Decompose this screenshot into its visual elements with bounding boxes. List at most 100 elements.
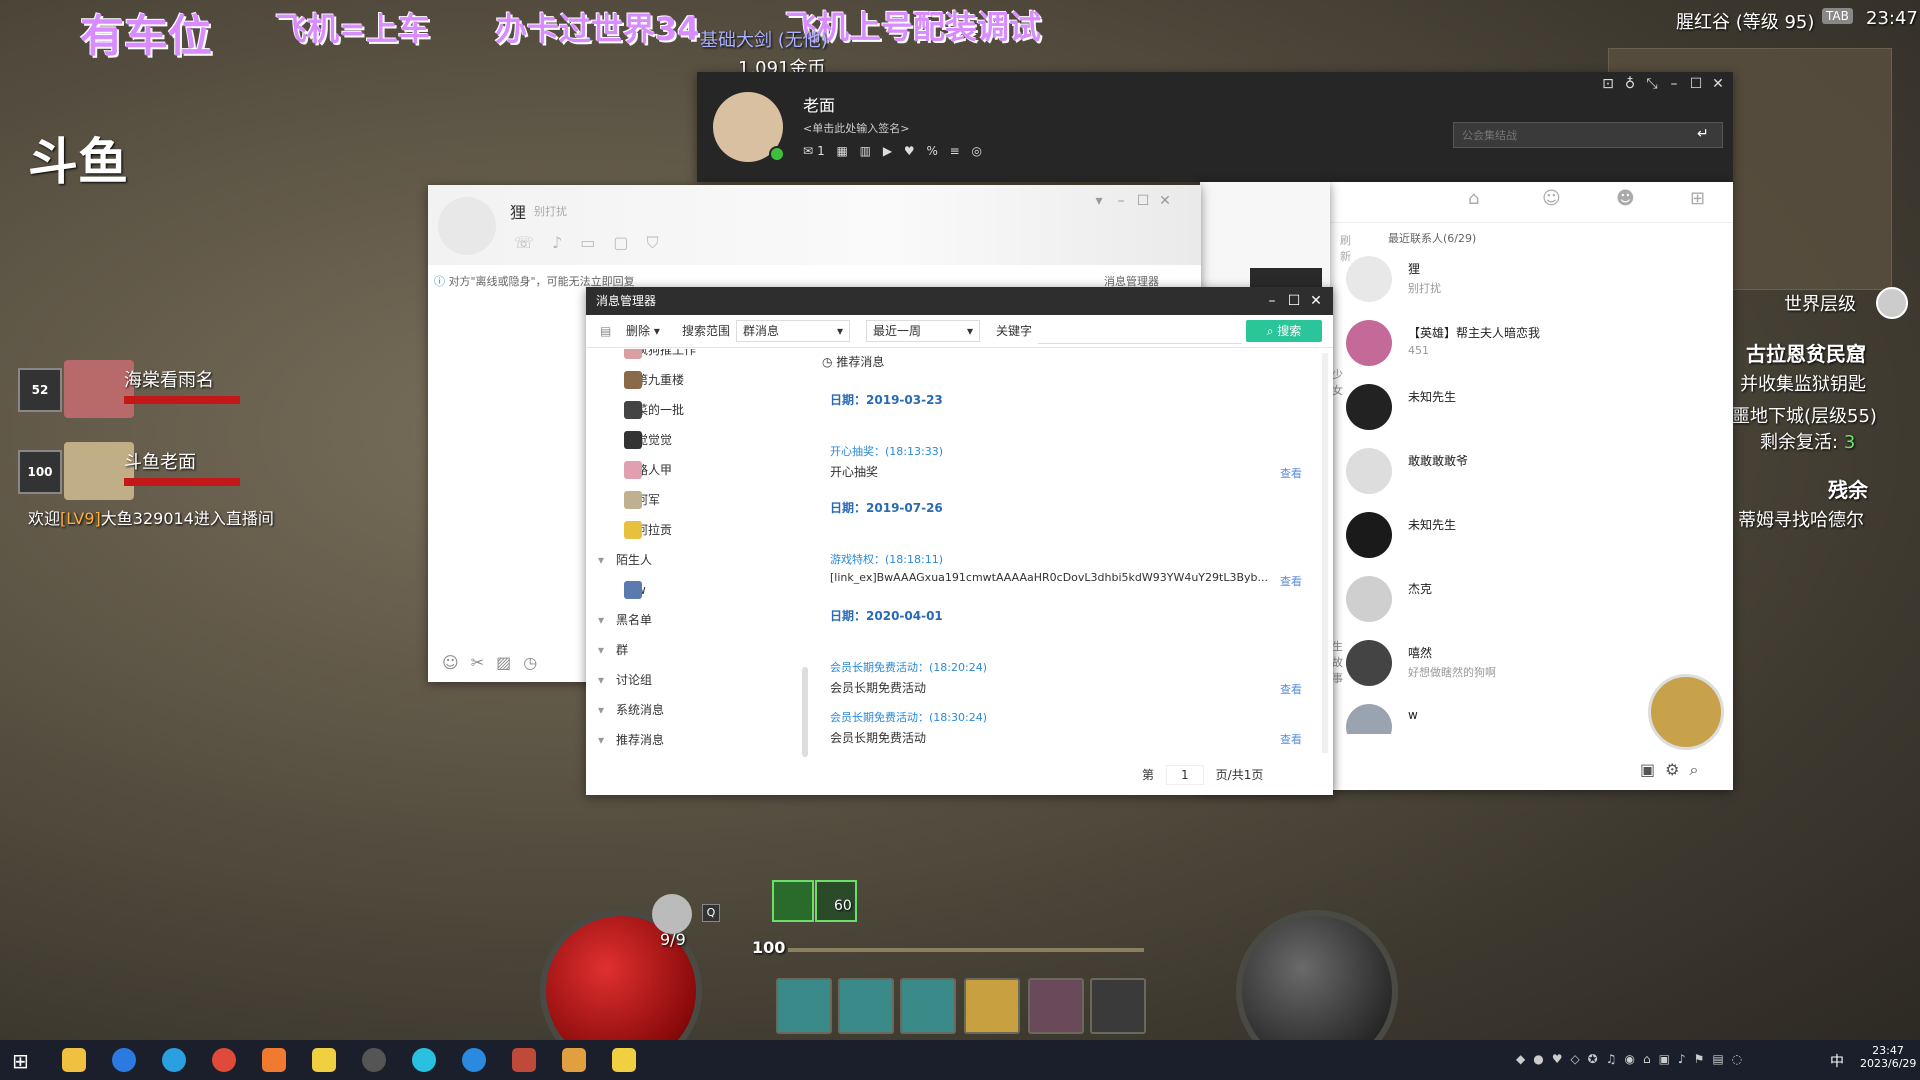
message-scrollbar[interactable] — [1322, 353, 1328, 753]
tab-contacts-icon[interactable]: ☺ — [1542, 188, 1561, 209]
contact-name: w — [1408, 708, 1418, 722]
app-icon[interactable] — [562, 1048, 586, 1072]
close-icon[interactable]: ✕ — [1305, 287, 1327, 315]
view-link[interactable]: 查看 — [1280, 731, 1302, 747]
chevron-down-icon[interactable]: ▾ — [1088, 193, 1110, 209]
steam-icon[interactable] — [362, 1048, 386, 1072]
recommended-label: 推荐消息 — [836, 355, 885, 369]
recent-contacts-label[interactable]: 最近联系人(6/29) — [1388, 230, 1476, 246]
delete-icon[interactable]: ▤ — [600, 315, 611, 347]
contact-item[interactable]: 【英雄】帮主夫人暗恋我 451 — [1330, 310, 1733, 374]
contact-item[interactable]: 杰克 — [1330, 566, 1733, 630]
view-link[interactable]: 查看 — [1280, 465, 1302, 481]
windows-start-icon[interactable]: ⊞ — [12, 1049, 29, 1073]
skill-slot-4[interactable] — [964, 978, 1020, 1034]
tree-item[interactable]: w — [586, 575, 806, 605]
delete-button[interactable]: 删除 ▾ — [626, 315, 660, 347]
contact-item[interactable]: 狸别打扰 — [1330, 246, 1733, 310]
skill-slot-5[interactable] — [1028, 978, 1084, 1034]
tree-item[interactable]: 觉觉觉 — [586, 425, 806, 455]
edge-browser-icon[interactable] — [162, 1048, 186, 1072]
refresh-label[interactable]: 刷新 — [1340, 232, 1351, 264]
contact-item[interactable]: 未知先生 — [1330, 502, 1733, 566]
skill-slot-1[interactable] — [776, 978, 832, 1034]
potion-key: Q — [702, 904, 720, 922]
tree-item[interactable]: 第九重楼 — [586, 365, 806, 395]
scissors-icon[interactable]: ✂ — [471, 653, 496, 672]
qq-status-icons[interactable]: ✉1 ▦ ▥ ▶ ♥ % ≡ ◎ — [803, 144, 986, 158]
app-k-icon[interactable] — [112, 1048, 136, 1072]
tree-item[interactable]: 路人甲 — [586, 455, 806, 485]
qq-search-input[interactable] — [1453, 122, 1723, 148]
settings-icon[interactable]: ⚙ — [1665, 760, 1689, 779]
view-link[interactable]: 查看 — [1280, 681, 1302, 697]
contact-item[interactable]: 未知先生 — [1330, 374, 1733, 438]
minimize-icon[interactable]: – — [1261, 287, 1283, 315]
call-icon[interactable]: ☏ — [514, 233, 552, 252]
chat-avatar[interactable] — [438, 197, 496, 255]
tree-scrollbar[interactable] — [802, 667, 808, 757]
scope-select[interactable]: 群消息 ▾ — [736, 320, 850, 342]
keyword-input[interactable] — [1038, 321, 1242, 344]
search-button[interactable]: ⌕ 搜索 — [1246, 320, 1322, 342]
tab-group-icon[interactable]: ☻ — [1616, 188, 1635, 209]
view-link[interactable]: 查看 — [1280, 573, 1302, 589]
app-icon[interactable] — [312, 1048, 336, 1072]
tree-group-strangers[interactable]: 陌生人 — [586, 545, 806, 575]
skill-slot-3[interactable] — [900, 978, 956, 1034]
image-icon[interactable]: ▨ — [496, 653, 523, 672]
app-icon[interactable] — [512, 1048, 536, 1072]
tree-item[interactable]: 疯狗推工作 — [586, 349, 806, 365]
search-icon[interactable]: ⌕ — [1689, 760, 1708, 779]
tab-apps-icon[interactable]: ⊞ — [1690, 188, 1705, 209]
app-icon[interactable] — [462, 1048, 486, 1072]
experience-bar — [788, 948, 1144, 952]
shield-icon[interactable]: ⛉ — [646, 233, 676, 252]
folder-icon[interactable]: ▭ — [580, 233, 613, 252]
ime-indicator[interactable]: 中 — [1830, 1051, 1844, 1071]
tree-group-blacklist[interactable]: 黑名单 — [586, 605, 806, 635]
game-assistant-icon[interactable] — [1648, 674, 1724, 750]
tree-item[interactable]: 阿拉贡 — [586, 515, 806, 545]
skill-slot-2[interactable] — [838, 978, 894, 1034]
close-icon[interactable]: ✕ — [1707, 76, 1729, 92]
app-icon[interactable] — [612, 1048, 636, 1072]
close-icon[interactable]: ✕ — [1154, 193, 1176, 209]
tree-item[interactable]: 阿军 — [586, 485, 806, 515]
tab-home-icon[interactable]: ⌂ — [1468, 188, 1479, 209]
range-select[interactable]: 最近一周 ▾ — [866, 320, 980, 342]
banner-text-2: 飞机=上车 — [275, 10, 430, 48]
potion-icon[interactable] — [652, 894, 692, 934]
screen-icon[interactable]: ▢ — [613, 233, 646, 252]
tree-group-system[interactable]: 系统消息 — [586, 695, 806, 725]
search-enter-icon[interactable]: ↵ — [1697, 126, 1709, 142]
system-tray-icons[interactable]: ◆●♥◇✪♫◉⌂▣♪⚑▤◌ — [1516, 1052, 1750, 1066]
taskbar-clock[interactable]: 23:47 2023/6/29 — [1860, 1044, 1916, 1070]
skin-icon[interactable]: ♁ — [1619, 76, 1641, 92]
tree-group-groups[interactable]: 群 — [586, 635, 806, 665]
maximize-icon[interactable]: ☐ — [1685, 76, 1707, 92]
maximize-icon[interactable]: ☐ — [1132, 193, 1154, 209]
skill-slot-6[interactable] — [1090, 978, 1146, 1034]
tree-group-discussion[interactable]: 讨论组 — [586, 665, 806, 695]
maximize-icon[interactable]: ☐ — [1283, 287, 1305, 315]
pin-icon[interactable]: ⊡ — [1597, 76, 1619, 92]
file-explorer-icon[interactable] — [62, 1048, 86, 1072]
video-icon[interactable]: ▣ — [1640, 760, 1665, 779]
minimize-icon[interactable]: – — [1110, 193, 1132, 209]
emoji-icon[interactable]: ☺ — [442, 653, 471, 672]
contact-item[interactable]: 敢敢敢敢爷 — [1330, 438, 1733, 502]
app-icon[interactable] — [262, 1048, 286, 1072]
mic-icon[interactable]: ♪ — [552, 233, 580, 252]
online-status-icon[interactable] — [769, 146, 785, 162]
viewer-card-2: 100 斗鱼老面 — [18, 442, 258, 502]
app-icon[interactable] — [412, 1048, 436, 1072]
chrome-browser-icon[interactable] — [212, 1048, 236, 1072]
history-icon[interactable]: ◷ — [523, 653, 549, 672]
page-input[interactable]: 1 — [1165, 765, 1204, 785]
tree-item[interactable]: 菜的一批 — [586, 395, 806, 425]
tree-group-recommended[interactable]: 推荐消息 — [586, 725, 806, 755]
minimize-icon[interactable]: – — [1663, 76, 1685, 92]
qq-signature[interactable]: <单击此处输入签名> — [803, 120, 909, 136]
shrink-icon[interactable]: ⤡ — [1641, 76, 1663, 92]
